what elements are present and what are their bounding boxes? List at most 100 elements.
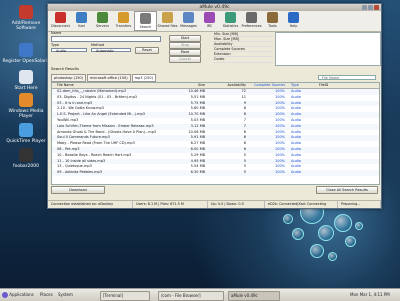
status-bar: Connection established on: eDonkey Users… — [48, 200, 381, 208]
task-label: [Terminal] — [103, 293, 124, 298]
places-menu[interactable]: Places — [40, 289, 53, 301]
toolbar-disconnect-button[interactable]: Disconnect — [50, 11, 71, 31]
quicktime-icon — [19, 123, 33, 137]
cell-name: 09 - Adlanta Pebbles.mp3 — [57, 170, 102, 175]
bottom-bar: Download Close All Search Results — [51, 185, 378, 194]
type-value: Audio — [56, 49, 66, 53]
reset-button[interactable]: Reset — [135, 47, 159, 54]
toolbar-preferences-button[interactable]: Preferences — [241, 11, 262, 31]
type-select[interactable]: Audio — [51, 48, 87, 53]
filter-values-panel[interactable] — [275, 32, 381, 66]
help-icon — [288, 12, 299, 23]
media-player-icon — [19, 93, 33, 107]
toolbar-label: Servers — [96, 24, 109, 28]
messages-icon — [183, 12, 194, 23]
toolbar-label: Transfers — [115, 24, 132, 28]
minimize-icon[interactable] — [362, 5, 367, 10]
toolbar-shared-files-button[interactable]: Shared files — [157, 11, 178, 31]
toolbar-kad-button[interactable]: Kad — [71, 11, 92, 31]
status-network: eD2k: Connected|Kad: Connecting — [265, 201, 338, 208]
filter-info-list: Min. Size [MB] Max. Size [MB] Availability… — [213, 32, 273, 63]
cell-avail: 5 — [243, 170, 246, 175]
start-button[interactable]: Start — [169, 35, 201, 42]
status-connection: Connection established on: eDonkey — [48, 201, 133, 208]
shared-files-icon — [162, 12, 173, 23]
stop-button[interactable]: Stop — [169, 42, 201, 49]
desktop-icon[interactable]: QuickTime Player — [2, 123, 50, 144]
search-tab[interactable]: mp3 (150) — [131, 74, 156, 82]
status-users: Users: 8.1 M | Files: 671.5 M — [133, 201, 208, 208]
toolbar-help-button[interactable]: Help — [283, 11, 304, 31]
desktop-icon[interactable]: Add/Remove Software — [2, 5, 50, 31]
table-row[interactable]: 09 - Adlanta Pebbles.mp3 6.30 MB 5 100% Audi… — [52, 170, 379, 176]
foot-icon — [2, 292, 8, 298]
status-state: Preparing... — [338, 201, 381, 208]
cancel-button[interactable]: Cancel — [169, 56, 201, 63]
toolbar-messages-button[interactable]: Messages — [178, 11, 199, 31]
desktop-icon[interactable]: Start Here — [2, 70, 50, 91]
window-title: aMule v0.49c — [199, 5, 230, 10]
panel-clock[interactable]: Mon Mar 1, 4:11 PM — [350, 289, 390, 301]
more-button[interactable]: More — [169, 49, 201, 56]
column-header[interactable]: Availability — [208, 83, 249, 88]
column-header[interactable]: FileID — [319, 83, 349, 88]
filter-placeholder: File Name — [322, 76, 340, 80]
type-label: Type — [51, 43, 60, 47]
toolbar-servers-button[interactable]: Servers — [92, 11, 113, 31]
cell-type: Audio — [291, 170, 301, 175]
method-value: Automatic — [96, 49, 114, 53]
desktop-icon-label: Windows Media Player — [8, 109, 44, 119]
gnome-panel: Applications Places System [Terminal] /c… — [0, 288, 400, 301]
search-name-input[interactable] — [51, 36, 161, 42]
method-label: Method — [91, 43, 105, 47]
tools-icon — [267, 12, 278, 23]
search-tab[interactable]: photoshop (150) — [51, 74, 87, 82]
toolbar-search-button[interactable]: Search — [134, 11, 157, 31]
preferences-icon — [246, 12, 257, 23]
kad-icon — [76, 12, 87, 23]
irc-icon — [204, 12, 215, 23]
toolbar-label: IRC — [206, 24, 213, 28]
table-body: 02-dem_hits_-_rubstm (Mahomed).mp3 10.46 … — [52, 89, 379, 176]
filter-info-item: Codec — [213, 57, 273, 63]
toolbar-irc-button[interactable]: IRC — [199, 11, 220, 31]
servers-icon — [97, 12, 108, 23]
search-panel: Name Start Stop Type Method Audio Automa… — [51, 31, 211, 63]
search-tab[interactable]: microsoft office (150) — [87, 74, 131, 82]
toolbar-label: Preferences — [241, 24, 262, 28]
help-icon — [19, 70, 33, 84]
toolbar-label: Statistics — [222, 24, 239, 28]
desktop-icon[interactable]: Windows Media Player — [2, 93, 50, 119]
toolbar-label: Messages — [180, 24, 197, 28]
desktop-icon[interactable]: Register OpenSolaris — [2, 43, 50, 64]
toolbar-statistics-button[interactable]: Statistics — [220, 11, 241, 31]
file-name-filter[interactable]: File Name — [318, 75, 376, 80]
main-toolbar: Disconnect Kad Servers Transfers Search Share… — [48, 11, 381, 32]
task-label: aMule v0.49c — [231, 293, 258, 298]
clear-all-button[interactable]: Close All Search Results — [316, 186, 378, 194]
desktop-icon-label: QuickTime Player — [6, 139, 46, 144]
applications-menu[interactable]: Applications — [2, 289, 34, 301]
toolbar-transfers-button[interactable]: Transfers — [113, 11, 134, 31]
cell-size: 6.30 MB — [190, 170, 205, 175]
search-icon — [140, 13, 151, 24]
download-button[interactable]: Download — [51, 186, 105, 194]
system-menu[interactable]: System — [58, 289, 73, 301]
toolbar-tools-button[interactable]: Tools — [262, 11, 283, 31]
name-label: Name — [51, 31, 62, 35]
desktop-icon-label: foobar2000 — [12, 164, 39, 169]
window-titlebar[interactable]: aMule v0.49c — [48, 4, 381, 11]
search-results-label: Search Results — [51, 66, 79, 71]
status-speed: Up: 0.0 | Down: 0.0 — [208, 201, 265, 208]
transfers-icon — [118, 12, 129, 23]
method-select[interactable]: Automatic — [91, 48, 131, 53]
desktop-icon[interactable]: foobar2000 — [2, 148, 50, 169]
toolbar-label: Kad — [78, 24, 85, 28]
cell-complete: 100% — [274, 170, 285, 175]
column-header[interactable]: Size — [177, 83, 208, 88]
close-icon[interactable] — [374, 5, 379, 10]
column-header[interactable]: Complete Sources — [249, 83, 288, 88]
column-header[interactable]: Type — [288, 83, 319, 88]
maximize-icon[interactable] — [368, 5, 373, 10]
column-header[interactable]: File Name — [52, 83, 177, 88]
